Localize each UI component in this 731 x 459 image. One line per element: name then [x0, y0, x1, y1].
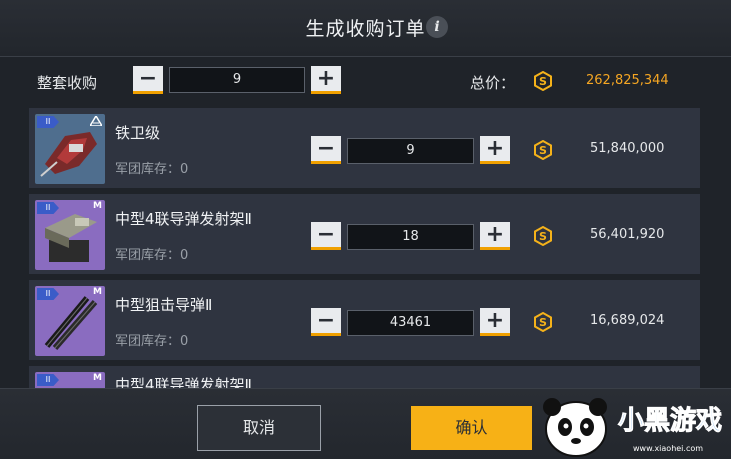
item-quantity-minus-button[interactable]: −	[311, 222, 341, 250]
size-badge: M	[93, 287, 102, 297]
item-quantity-input[interactable]: 9	[347, 138, 474, 164]
list-item: II M 中型4联导弹发射架Ⅱ	[29, 366, 700, 388]
item-quantity-input[interactable]: 43461	[347, 310, 474, 336]
set-purchase-row: 整套收购 − 9 + 总价： S 262,825,344	[0, 60, 731, 104]
minus-icon: −	[138, 65, 158, 91]
set-quantity-minus-button[interactable]: −	[133, 66, 163, 94]
module-thumbnail: II M	[35, 200, 105, 270]
size-badge: M	[93, 373, 102, 383]
info-icon[interactable]: i	[426, 16, 448, 38]
dialog-title: 生成收购订单	[305, 18, 426, 40]
module-thumbnail: II M	[35, 286, 105, 356]
plus-icon: +	[485, 135, 505, 161]
item-quantity-plus-button[interactable]: +	[480, 308, 510, 336]
isk-coin-icon: S	[534, 226, 552, 246]
plus-icon: +	[485, 221, 505, 247]
isk-coin-icon: S	[534, 140, 552, 160]
set-purchase-label: 整套收购	[37, 74, 98, 92]
item-name: 铁卫级	[115, 124, 161, 142]
item-price: 51,840,000	[590, 141, 665, 156]
svg-text:S: S	[539, 75, 547, 88]
plus-icon: +	[316, 65, 336, 91]
item-quantity-input[interactable]: 18	[347, 224, 474, 250]
total-price-label: 总价：	[470, 74, 516, 92]
item-price: 56,401,920	[590, 227, 665, 242]
list-item: II M 中型4联导弹发射架Ⅱ 军团库存：0 − 18 + S 56,401,9…	[29, 194, 700, 274]
cancel-button[interactable]: 取消	[197, 405, 321, 451]
item-name: 中型4联导弹发射架Ⅱ	[115, 210, 252, 228]
size-badge: M	[93, 201, 102, 211]
item-quantity-plus-button[interactable]: +	[480, 136, 510, 164]
item-quantity-plus-button[interactable]: +	[480, 222, 510, 250]
ship-class-icon	[90, 116, 102, 126]
set-quantity-input[interactable]: 9	[169, 67, 305, 93]
svg-text:S: S	[539, 230, 547, 243]
tier-badge: II	[37, 374, 59, 386]
minus-icon: −	[316, 135, 336, 161]
item-stock: 军团库存：0	[115, 334, 189, 349]
item-quantity-minus-button[interactable]: −	[311, 136, 341, 164]
list-item: II M 中型狙击导弹Ⅱ 军团库存：0 − 43461 + S 16,689,0…	[29, 280, 700, 360]
module-thumbnail: II M	[35, 372, 105, 388]
dialog-header: 生成收购订单 i	[0, 0, 731, 57]
item-name: 中型4联导弹发射架Ⅱ	[115, 376, 252, 388]
item-price: 16,689,024	[590, 313, 665, 328]
item-stock: 军团库存：0	[115, 248, 189, 263]
item-quantity-minus-button[interactable]: −	[311, 308, 341, 336]
minus-icon: −	[316, 307, 336, 333]
item-name: 中型狙击导弹Ⅱ	[115, 296, 213, 314]
ship-thumbnail: II	[35, 114, 105, 184]
watermark-title: 小黑游戏	[618, 406, 722, 436]
svg-text:S: S	[539, 144, 547, 157]
confirm-button[interactable]: 确认	[411, 406, 532, 450]
watermark-url: www.xiaohei.com	[633, 444, 703, 453]
set-quantity-plus-button[interactable]: +	[311, 66, 341, 94]
svg-text:S: S	[539, 316, 547, 329]
isk-coin-icon: S	[534, 71, 552, 91]
isk-coin-icon: S	[534, 312, 552, 332]
order-item-list[interactable]: II 铁卫级 军团库存：0 − 9 + S 51,840,000 II M 中型…	[29, 108, 700, 388]
plus-icon: +	[485, 307, 505, 333]
xiaohei-watermark-logo: 小黑游戏 www.xiaohei.com	[543, 398, 723, 457]
item-stock: 军团库存：0	[115, 162, 189, 177]
minus-icon: −	[316, 221, 336, 247]
dialog-footer: 取消 确认 小黑游戏 www.xiaohei.com	[0, 388, 731, 459]
total-price-value: 262,825,344	[586, 73, 669, 88]
list-item: II 铁卫级 军团库存：0 − 9 + S 51,840,000	[29, 108, 700, 188]
